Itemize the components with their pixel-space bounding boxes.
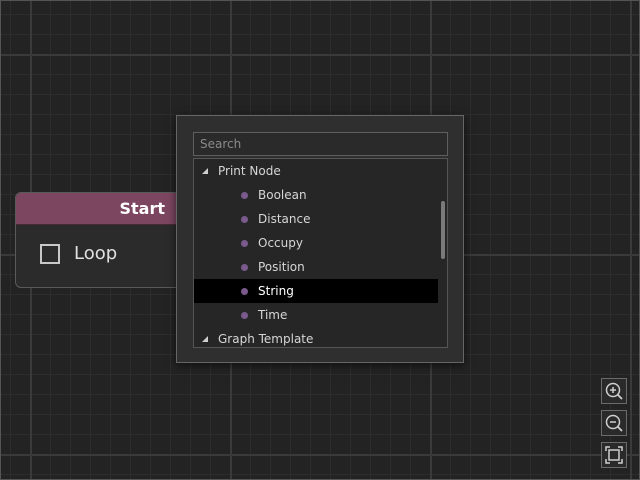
search-input[interactable] [193, 132, 448, 156]
tree-item-boolean[interactable]: Boolean [194, 183, 438, 207]
tree-scrollbar-thumb[interactable] [441, 201, 445, 259]
node-dot-icon [241, 191, 248, 199]
zoom-in-icon [605, 382, 623, 400]
node-dot-icon [241, 239, 248, 247]
tree-item-occupy[interactable]: Occupy [194, 231, 438, 255]
node-dot-icon [241, 263, 248, 271]
tree-item-distance[interactable]: Distance [194, 207, 438, 231]
tree-item-position[interactable]: Position [194, 255, 438, 279]
zoom-in-button[interactable] [601, 378, 627, 404]
node-tree: Print Node Boolean Distance Occupy Posit… [193, 158, 448, 348]
node-dot-icon [241, 311, 248, 319]
tree-item-label: Distance [258, 212, 311, 226]
node-dot-icon [241, 287, 248, 295]
tree-item-time[interactable]: Time [194, 303, 438, 327]
node-body: Loop [16, 225, 189, 264]
start-node[interactable]: Start Loop [15, 192, 190, 288]
tree-item-label: Boolean [258, 188, 307, 202]
node-dot-icon [241, 215, 248, 223]
tree-item-label: String [258, 284, 294, 298]
fit-view-button[interactable] [601, 442, 627, 468]
node-header[interactable]: Start [16, 193, 189, 225]
node-search-popup: Print Node Boolean Distance Occupy Posit… [176, 115, 464, 363]
tree-item-label: Occupy [258, 236, 303, 250]
tree-group-label: Print Node [218, 164, 281, 178]
fit-view-icon [605, 446, 623, 464]
tree-group-graph-template[interactable]: Graph Template [194, 327, 438, 347]
tree-item-label: Time [258, 308, 288, 322]
expand-arrow-icon[interactable] [202, 336, 208, 342]
loop-label: Loop [74, 243, 118, 264]
node-title: Start [119, 199, 165, 218]
loop-checkbox[interactable] [40, 243, 60, 264]
tree-group-print-node[interactable]: Print Node [194, 159, 438, 183]
zoom-out-icon [605, 414, 623, 432]
expand-arrow-icon[interactable] [202, 168, 208, 174]
tree-item-label: Position [258, 260, 305, 274]
tree-group-label: Graph Template [218, 332, 314, 346]
zoom-out-button[interactable] [601, 410, 627, 436]
tree-item-string[interactable]: String [194, 279, 438, 303]
